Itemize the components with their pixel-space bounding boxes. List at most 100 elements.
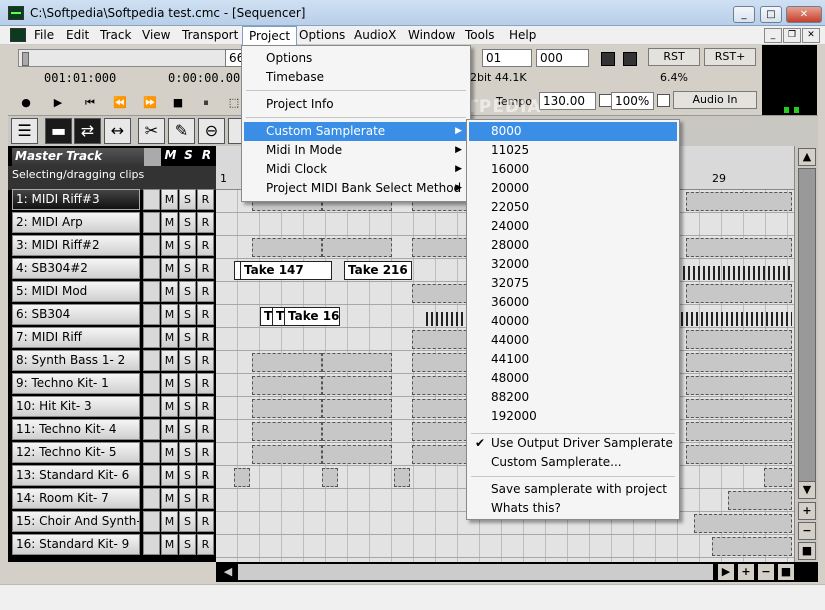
- whats-this-item[interactable]: Whats this?: [469, 499, 677, 518]
- midi-clip[interactable]: [412, 284, 472, 303]
- select-tool-icon[interactable]: ▬: [45, 118, 72, 144]
- midi-clip[interactable]: [252, 376, 322, 395]
- midi-clip[interactable]: [234, 468, 250, 487]
- midi-clip[interactable]: [686, 238, 792, 257]
- track-mute-button[interactable]: M: [161, 396, 178, 417]
- midi-clip[interactable]: [322, 468, 338, 487]
- track-row[interactable]: 6: SB304 M S R: [12, 304, 214, 325]
- track-solo-button[interactable]: S: [179, 419, 196, 440]
- vertical-scrollbar[interactable]: ▲ ▼ + − ■: [794, 146, 818, 562]
- track-mute-button[interactable]: M: [161, 235, 178, 256]
- track-record-button[interactable]: R: [197, 235, 214, 256]
- samplerate-option[interactable]: 192000: [469, 407, 677, 426]
- midi-clip[interactable]: [728, 491, 792, 510]
- midi-clip[interactable]: [694, 514, 792, 533]
- samplerate-option[interactable]: 11025: [469, 141, 677, 160]
- midi-clip[interactable]: [412, 422, 472, 441]
- track-record-button[interactable]: R: [197, 258, 214, 279]
- menu-view[interactable]: View: [136, 26, 176, 45]
- track-solo-button[interactable]: S: [179, 281, 196, 302]
- track-mute-button[interactable]: M: [161, 258, 178, 279]
- track-row[interactable]: 11: Techno Kit- 4 MSR: [12, 419, 214, 440]
- midi-clip[interactable]: [686, 353, 792, 372]
- tempo-field[interactable]: 130.00: [539, 92, 596, 110]
- midi-clip[interactable]: [712, 537, 792, 556]
- mdi-close-button[interactable]: ✕: [802, 28, 820, 43]
- midi-clip[interactable]: [686, 376, 792, 395]
- track-solo-button[interactable]: S: [179, 350, 196, 371]
- midi-clip[interactable]: [394, 468, 410, 487]
- position-slider[interactable]: [18, 49, 230, 67]
- samplerate-option[interactable]: 88200: [469, 388, 677, 407]
- menu-options[interactable]: Options: [293, 26, 351, 45]
- track-row[interactable]: 12: Techno Kit- 5 MSR: [12, 442, 214, 463]
- samplerate-option[interactable]: 32000: [469, 255, 677, 274]
- midi-clip[interactable]: [252, 399, 322, 418]
- track-solo-button[interactable]: S: [179, 511, 196, 532]
- track-record-button[interactable]: R: [197, 488, 214, 509]
- track-mute-button[interactable]: M: [161, 373, 178, 394]
- audio-clip[interactable]: Take 216: [344, 261, 412, 280]
- track-name[interactable]: 6: SB304: [12, 304, 140, 325]
- list-view-icon[interactable]: ☰: [11, 118, 38, 144]
- vertical-scroll-thumb[interactable]: [798, 168, 816, 498]
- track-row[interactable]: 3: MIDI Riff#2 M S R: [12, 235, 214, 256]
- midi-clip[interactable]: [252, 353, 322, 372]
- midi-clip[interactable]: [686, 422, 792, 441]
- rst-plus-button[interactable]: RST+: [704, 48, 756, 66]
- close-button[interactable]: ✕: [786, 6, 822, 23]
- menu-track[interactable]: Track: [94, 26, 137, 45]
- track-record-button[interactable]: R: [197, 511, 214, 532]
- menu-help[interactable]: Help: [503, 26, 542, 45]
- samplerate-option[interactable]: 32075: [469, 274, 677, 293]
- samplerate-option[interactable]: 16000: [469, 160, 677, 179]
- midi-clip[interactable]: [252, 422, 322, 441]
- track-name[interactable]: 12: Techno Kit- 5: [12, 442, 140, 463]
- track-solo-button[interactable]: S: [179, 373, 196, 394]
- stop-button[interactable]: ■: [166, 94, 190, 112]
- custom-samplerate-item[interactable]: Custom Samplerate...: [469, 453, 677, 472]
- track-record-button[interactable]: R: [197, 419, 214, 440]
- rst-button[interactable]: RST: [648, 48, 700, 66]
- track-solo-button[interactable]: S: [179, 327, 196, 348]
- zoom-checkbox[interactable]: [657, 94, 670, 107]
- track-row[interactable]: 14: Room Kit- 7 MSR: [12, 488, 214, 509]
- project-menu-options[interactable]: Options: [244, 49, 468, 68]
- rewind-button[interactable]: ⏪: [108, 94, 132, 112]
- midi-clip[interactable]: [412, 330, 472, 349]
- track-name[interactable]: 2: MIDI Arp: [12, 212, 140, 233]
- project-menu-midi-in-mode[interactable]: Midi In Mode ▶: [244, 141, 468, 160]
- mdi-restore-button[interactable]: ❐: [783, 28, 801, 43]
- midi-clip[interactable]: [686, 284, 792, 303]
- pencil-icon[interactable]: ✎: [168, 118, 195, 144]
- track-record-button[interactable]: R: [197, 304, 214, 325]
- play-button[interactable]: ▶: [46, 94, 70, 112]
- project-menu-custom-samplerate[interactable]: Custom Samplerate ▶: [244, 122, 468, 141]
- measure-field[interactable]: 01: [482, 49, 532, 67]
- tick-field[interactable]: 000: [536, 49, 589, 67]
- resize-tool-icon[interactable]: ↔: [104, 118, 131, 144]
- track-record-button[interactable]: R: [197, 212, 214, 233]
- pause-button[interactable]: ⏸: [194, 94, 218, 112]
- midi-clip[interactable]: [322, 353, 392, 372]
- zoom-in-vertical-icon[interactable]: +: [798, 502, 816, 520]
- track-mute-button[interactable]: M: [161, 350, 178, 371]
- use-output-driver-samplerate[interactable]: ✔ Use Output Driver Samplerate: [469, 434, 677, 453]
- zoom-reset-horizontal-icon[interactable]: ■: [778, 564, 794, 580]
- samplerate-option[interactable]: 44100: [469, 350, 677, 369]
- track-solo-button[interactable]: S: [179, 189, 196, 210]
- midi-clip[interactable]: [686, 192, 792, 211]
- track-row[interactable]: 9: Techno Kit- 1 MSR: [12, 373, 214, 394]
- track-solo-button[interactable]: S: [179, 534, 196, 555]
- samplerate-option[interactable]: 20000: [469, 179, 677, 198]
- midi-clip[interactable]: [412, 399, 472, 418]
- track-name[interactable]: 3: MIDI Riff#2: [12, 235, 140, 256]
- horizontal-scroll-thumb[interactable]: [238, 564, 713, 580]
- track-name[interactable]: 1: MIDI Riff#3: [12, 189, 140, 210]
- track-mute-button[interactable]: M: [161, 465, 178, 486]
- zoom-in-horizontal-icon[interactable]: +: [738, 564, 754, 580]
- track-solo-button[interactable]: S: [179, 212, 196, 233]
- track-solo-button[interactable]: S: [179, 442, 196, 463]
- track-name[interactable]: 15: Choir And Synth- 8: [12, 511, 140, 532]
- track-record-button[interactable]: R: [197, 189, 214, 210]
